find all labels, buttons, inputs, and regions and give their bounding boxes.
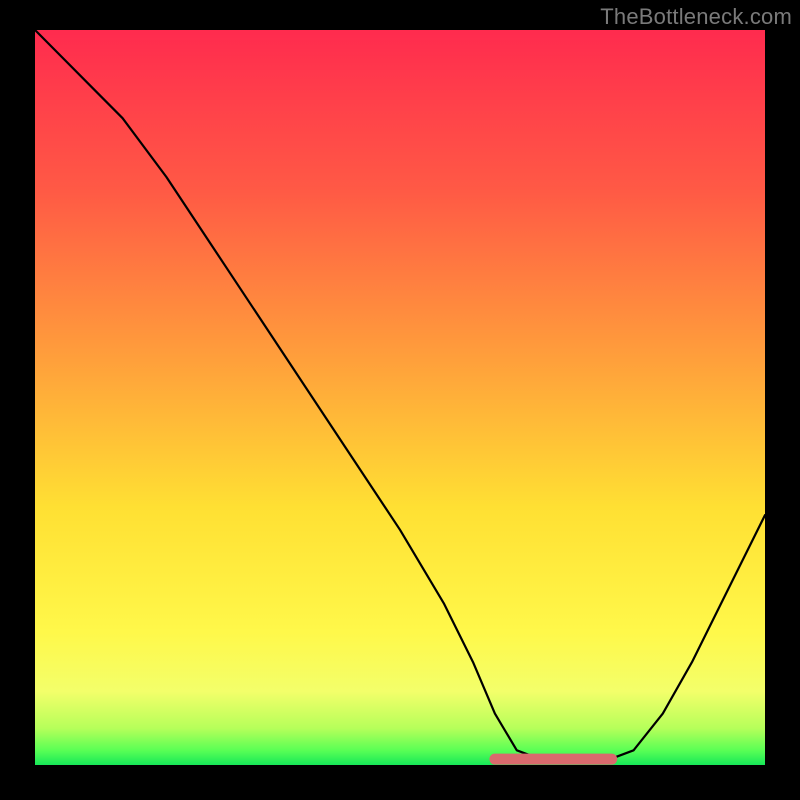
chart-container: TheBottleneck.com xyxy=(0,0,800,800)
attribution-text: TheBottleneck.com xyxy=(600,4,792,30)
chart-svg xyxy=(35,30,765,765)
gradient-background xyxy=(35,30,765,765)
plot-area xyxy=(35,30,765,765)
